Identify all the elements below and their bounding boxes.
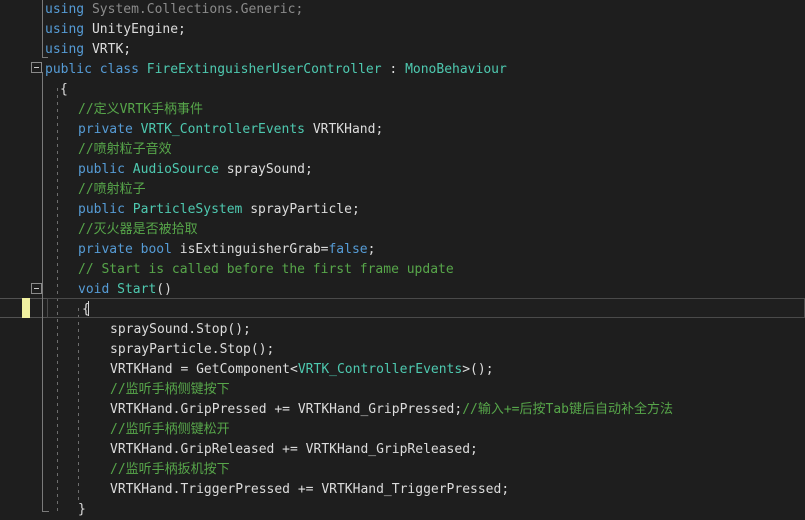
code-token-type: Start bbox=[117, 282, 157, 297]
code-token-plain: VRTK; bbox=[84, 42, 132, 57]
code-token-comment: // Start is called before the first fram… bbox=[78, 262, 454, 277]
code-token-plain: } bbox=[78, 502, 86, 517]
code-line[interactable]: VRTKHand = GetComponent<VRTK_ControllerE… bbox=[0, 360, 494, 380]
code-token-comment: //灭火器是否被拾取 bbox=[78, 222, 198, 237]
code-line[interactable]: //灭火器是否被拾取 bbox=[0, 220, 198, 240]
current-line-box bbox=[47, 298, 805, 318]
code-token-plain: sprayParticle.Stop(); bbox=[110, 342, 275, 357]
code-line[interactable]: { bbox=[0, 80, 68, 100]
code-editor[interactable]: using System.Collections.Generic; using U… bbox=[0, 0, 805, 520]
code-line[interactable]: public AudioSource spraySound; bbox=[0, 160, 313, 180]
code-line[interactable]: public ParticleSystem sprayParticle; bbox=[0, 200, 360, 220]
code-line[interactable]: //定义VRTK手柄事件 bbox=[0, 100, 203, 120]
code-token-type: ParticleSystem bbox=[132, 202, 243, 217]
code-token-plain: VRTKHand.GripReleased += VRTKHand_GripRe… bbox=[110, 442, 478, 457]
code-token-plain: isExtinguisherGrab= bbox=[171, 242, 329, 257]
code-line[interactable]: private bool isExtinguisherGrab=false; bbox=[0, 240, 375, 260]
code-token-kw: void bbox=[78, 282, 110, 297]
code-token-plain: VRTKHand; bbox=[305, 122, 384, 137]
code-line[interactable]: //喷射粒子音效 bbox=[0, 140, 172, 160]
code-token-comment: //输入+=后按Tab键后自动补全方法 bbox=[462, 402, 673, 417]
code-token-kw: using bbox=[45, 2, 85, 17]
code-token-comment: //喷射粒子音效 bbox=[78, 142, 172, 157]
code-token-comment: //监听手柄扳机按下 bbox=[110, 462, 230, 477]
code-token-comment: //喷射粒子 bbox=[78, 182, 146, 197]
code-token-comment: //监听手柄侧键按下 bbox=[110, 382, 230, 397]
code-token-plain: >(); bbox=[462, 362, 494, 377]
code-token-kw: public bbox=[78, 202, 125, 217]
code-line[interactable]: using System.Collections.Generic; bbox=[0, 0, 303, 20]
code-token-plain: ; bbox=[367, 242, 376, 257]
code-token-plain: spraySound; bbox=[218, 162, 313, 177]
code-line[interactable]: using VRTK; bbox=[0, 40, 131, 60]
code-token-plain: () bbox=[156, 282, 172, 297]
code-token-plain: sprayParticle; bbox=[242, 202, 360, 217]
code-token-kw: false bbox=[328, 242, 368, 257]
code-token-dim: System.Collections.Generic; bbox=[91, 2, 304, 17]
code-token-plain: UnityEngine; bbox=[84, 22, 186, 37]
code-token-kw: class bbox=[99, 62, 139, 77]
code-line[interactable]: using UnityEngine; bbox=[0, 20, 186, 40]
code-line[interactable]: // Start is called before the first fram… bbox=[0, 260, 454, 280]
text-caret bbox=[88, 301, 89, 316]
code-token-kw: public bbox=[78, 162, 125, 177]
code-line[interactable]: void Start() bbox=[0, 280, 172, 300]
code-line[interactable]: public class FireExtinguisherUserControl… bbox=[0, 60, 507, 80]
code-token-kw: private bbox=[78, 122, 133, 137]
code-token-plain: VRTKHand.GripPressed += VRTKHand_GripPre… bbox=[110, 402, 463, 417]
code-token-plain: { bbox=[60, 82, 68, 97]
code-token-type: AudioSource bbox=[132, 162, 219, 177]
code-line[interactable]: } bbox=[0, 500, 86, 520]
code-token-type: MonoBehaviour bbox=[405, 62, 507, 77]
code-line[interactable]: //监听手柄侧键按下 bbox=[0, 380, 230, 400]
code-line[interactable]: sprayParticle.Stop(); bbox=[0, 340, 274, 360]
code-line[interactable]: VRTKHand.TriggerPressed += VRTKHand_Trig… bbox=[0, 480, 509, 500]
code-line[interactable]: spraySound.Stop(); bbox=[0, 320, 251, 340]
code-line[interactable]: { bbox=[0, 300, 90, 320]
code-token-plain: VRTKHand.TriggerPressed += VRTKHand_Trig… bbox=[110, 482, 510, 497]
code-token-kw: using bbox=[45, 22, 85, 37]
code-token-type: FireExtinguisherUserController bbox=[146, 62, 382, 77]
code-token-kw: using bbox=[45, 42, 85, 57]
code-line[interactable]: //监听手柄扳机按下 bbox=[0, 460, 230, 480]
code-line[interactable]: VRTKHand.GripReleased += VRTKHand_GripRe… bbox=[0, 440, 478, 460]
code-token-kw: bool bbox=[140, 242, 172, 257]
code-line[interactable]: //喷射粒子 bbox=[0, 180, 146, 200]
code-token-type: VRTK_ControllerEvents bbox=[297, 362, 463, 377]
code-token-kw: private bbox=[78, 242, 133, 257]
code-token-plain: spraySound.Stop(); bbox=[110, 322, 251, 337]
code-token-plain: VRTKHand = GetComponent< bbox=[110, 362, 298, 377]
code-token-comment: //定义VRTK手柄事件 bbox=[78, 102, 203, 117]
code-token-kw: public bbox=[45, 62, 92, 77]
code-line[interactable]: private VRTK_ControllerEvents VRTKHand; bbox=[0, 120, 383, 140]
code-line[interactable]: VRTKHand.GripPressed += VRTKHand_GripPre… bbox=[0, 400, 673, 420]
code-line[interactable]: //监听手柄侧键松开 bbox=[0, 420, 230, 440]
code-token-plain: : bbox=[381, 62, 406, 77]
code-token-type: VRTK_ControllerEvents bbox=[140, 122, 305, 137]
code-token-comment: //监听手柄侧键松开 bbox=[110, 422, 230, 437]
